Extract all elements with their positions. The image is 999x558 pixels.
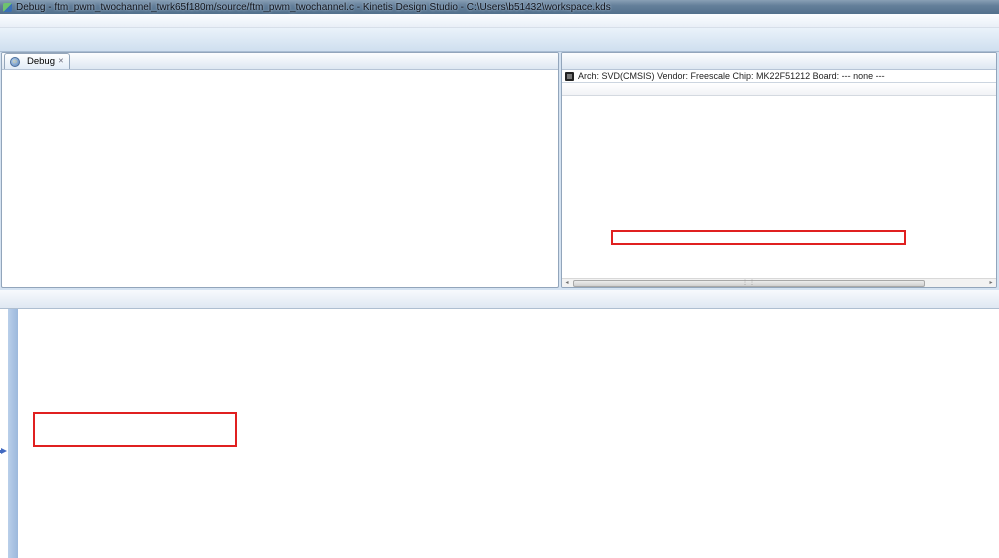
title-bar: Debug - ftm_pwm_twochannel_twrk65f180m/s… xyxy=(0,0,999,14)
code-editor[interactable] xyxy=(0,309,999,558)
chip-icon xyxy=(565,71,574,81)
register-table-header xyxy=(562,83,996,96)
annotation-red-box-code xyxy=(33,412,237,447)
tab-debug[interactable]: ☼ Debug ✕ xyxy=(4,53,70,69)
debug-tab-label: Debug xyxy=(27,56,55,67)
right-view-tabbar xyxy=(562,53,996,70)
app-icon xyxy=(3,2,12,12)
scroll-right-icon[interactable]: ▸ xyxy=(986,279,996,288)
kds-window: Debug - ftm_pwm_twochannel_twrk65f180m/s… xyxy=(0,0,999,558)
scroll-left-icon[interactable]: ◂ xyxy=(562,279,572,288)
scrollbar-thumb[interactable] xyxy=(573,279,925,287)
debug-tree xyxy=(2,70,558,74)
horizontal-scrollbar[interactable]: ◂ ▸ xyxy=(562,278,996,287)
embsys-registers-view: Arch: SVD(CMSIS) Vendor: Freescale Chip:… xyxy=(561,52,997,288)
main-toolbar xyxy=(0,28,999,52)
editor-ruler xyxy=(8,309,18,558)
annotation-red-box-bdmmode xyxy=(611,230,906,245)
editor-area xyxy=(0,290,999,558)
embsys-info-bar: Arch: SVD(CMSIS) Vendor: Freescale Chip:… xyxy=(562,70,996,83)
embsys-info-text: Arch: SVD(CMSIS) Vendor: Freescale Chip:… xyxy=(578,71,885,81)
editor-tabbar xyxy=(0,290,999,309)
debug-view-icon: ☼ xyxy=(10,56,20,67)
close-icon[interactable]: ✕ xyxy=(58,58,64,65)
debug-view: ☼ Debug ✕ xyxy=(1,52,559,288)
top-panels: ☼ Debug ✕ Arch: SVD(CMSIS) Vendor: Frees… xyxy=(0,52,999,288)
window-title: Debug - ftm_pwm_twochannel_twrk65f180m/s… xyxy=(16,1,611,13)
menu-bar xyxy=(0,14,999,28)
debug-view-tabbar: ☼ Debug ✕ xyxy=(2,53,558,70)
instruction-pointer-icon xyxy=(0,448,7,454)
